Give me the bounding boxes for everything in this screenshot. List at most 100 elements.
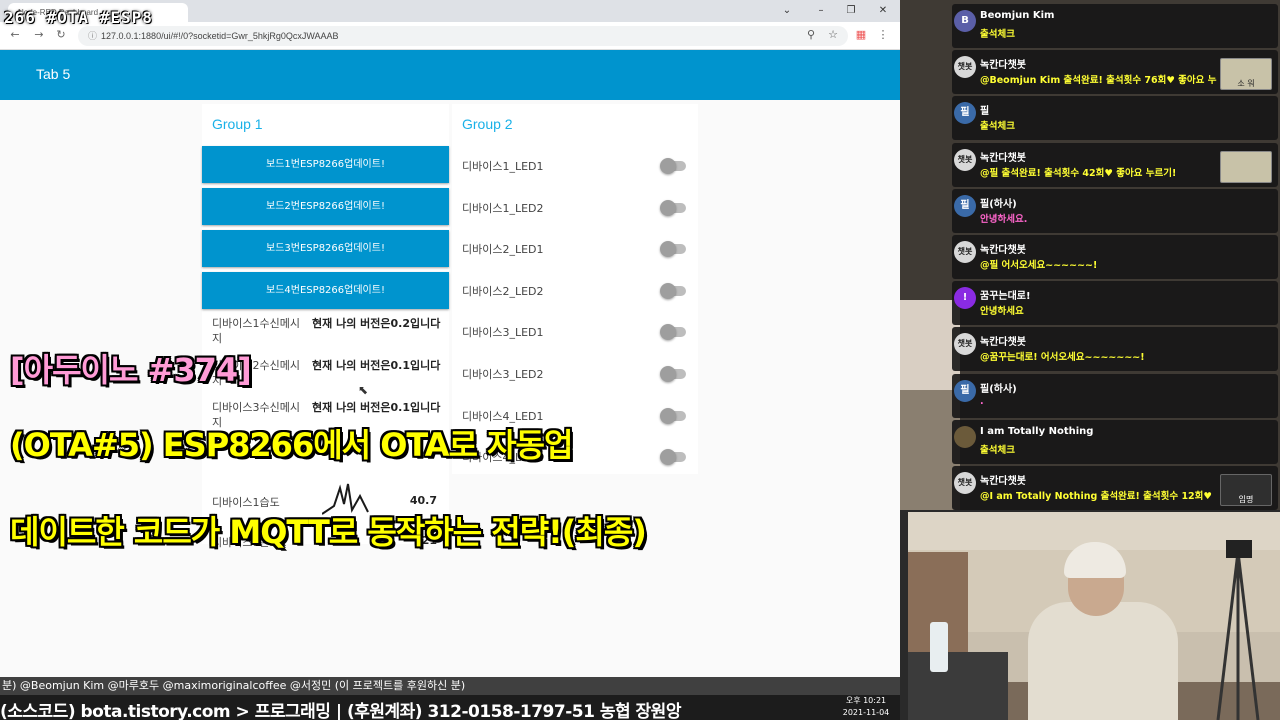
dashboard-header: Tab 5	[0, 50, 900, 100]
headline-line-1: [아두이노 #374]	[10, 351, 252, 389]
cam-streamer-body	[1028, 602, 1178, 720]
reload-icon[interactable]: ↻	[54, 28, 68, 42]
chat-author-name[interactable]: 필	[980, 102, 989, 117]
chat-avatar[interactable]: B	[954, 10, 976, 32]
chat-avatar[interactable]: 필	[954, 379, 976, 402]
chat-author-name[interactable]: Beomjun Kim	[980, 10, 1054, 21]
chat-message-text: 안녕하세요.	[980, 213, 1028, 225]
led-toggle-switch[interactable]	[660, 158, 686, 174]
dashboard-tab-title: Tab 5	[36, 66, 71, 82]
switch-label: 디바이스2_LED2	[462, 284, 544, 298]
switch-row: 디바이스1_LED2	[462, 198, 688, 218]
chat-author-name[interactable]: 필(하사)	[980, 380, 1017, 395]
chat-message: I am Totally Nothing 출석체크	[900, 419, 1280, 466]
chat-author-name[interactable]: 꿈꾸는대로!	[980, 287, 1031, 302]
chat-avatar[interactable]: 챗봇	[954, 472, 976, 494]
extension-icon[interactable]: ▦	[854, 28, 868, 42]
update-board-1-button[interactable]: 보드1번ESP8266업데이트!	[202, 146, 449, 183]
device-1-humidity-value: 40.7	[409, 494, 437, 507]
led-toggle-switch[interactable]	[660, 324, 686, 341]
chat-author-name[interactable]: I am Totally Nothing	[980, 426, 1093, 437]
led-toggle-switch[interactable]	[660, 282, 686, 299]
chat-message-text: @꿈꾸는대로! 어서오세요~~~~~~~!	[980, 352, 1145, 364]
chat-author-name[interactable]: 필(하사)	[980, 195, 1017, 210]
chat-message: 챗봇 녹칸다챗봇 @Beomjun Kim 출석완료! 출석횟수 76회♥ 좋아요 …	[900, 50, 1280, 96]
maximize-icon[interactable]: ❐	[842, 3, 860, 19]
close-icon[interactable]: ✕	[874, 3, 892, 19]
cam-water-bottle	[930, 622, 948, 672]
chat-sticker: 임명	[1220, 474, 1272, 506]
chat-avatar[interactable]	[954, 425, 976, 448]
minimize-icon[interactable]: –	[812, 3, 830, 19]
led-toggle-switch[interactable]	[660, 366, 686, 382]
taskbar-clock[interactable]: 오후 10:21 2021-11-04	[836, 695, 896, 719]
url-text: 127.0.0.1:1880/ui/#!/0?socketid=Gwr_5hkj…	[101, 31, 339, 41]
chat-message: 필 필(하사).	[900, 373, 1280, 420]
device-1-message-label: 디바이스1수신메시지	[212, 317, 300, 345]
chat-message-text: .	[980, 395, 984, 407]
chat-message-text: @필 출석완료! 출석횟수 42회♥ 좋아요 누르기!	[980, 167, 1177, 179]
toggle-knob	[660, 324, 676, 341]
bottom-info-text: (소스코드) bota.tistory.com > 프로그래밍 | (후원계좌)…	[0, 702, 681, 720]
group-1-title: Group 1	[212, 116, 263, 132]
headline-line-3: 데이트한 코드가 MQTT로 동작하는 전략!(최종)	[10, 513, 647, 551]
switch-label: 디바이스3_LED2	[462, 368, 544, 381]
chat-avatar[interactable]: 챗봇	[954, 241, 976, 263]
switch-label: 디바이스2_LED1	[462, 243, 544, 257]
forward-icon[interactable]: →	[32, 28, 46, 42]
group-2-card: Group 2 디바이스1_LED1 디바이스1_LED2 디바이스2_LED1 디바…	[452, 104, 698, 474]
bookmark-star-icon[interactable]: ☆	[826, 28, 840, 42]
chat-author-name[interactable]: 녹칸다챗봇	[980, 472, 1026, 487]
chat-message: 챗봇 녹칸다챗봇 @필 출석완료! 출석횟수 42회♥ 좋아요 누르기!	[900, 142, 1280, 189]
webcam-feed	[908, 512, 1280, 720]
update-board-4-button[interactable]: 보드4번ESP8266업데이트!	[202, 272, 449, 309]
chat-avatar[interactable]: 필	[954, 194, 976, 217]
zoom-icon[interactable]: ⚲	[804, 28, 818, 42]
chat-message-text: 안녕하세요	[980, 306, 1024, 318]
led-toggle-switch[interactable]	[660, 241, 686, 258]
group-2-title: Group 2	[462, 116, 513, 132]
chat-author-name[interactable]: 녹칸다챗봇	[980, 333, 1026, 348]
chat-message: 필 필 출석체크	[900, 96, 1280, 142]
clock-time: 오후 10:21	[845, 696, 887, 705]
toggle-knob	[660, 407, 676, 424]
led-toggle-switch[interactable]	[660, 449, 686, 466]
info-icon[interactable]: ⓘ	[88, 31, 97, 41]
chat-author-name[interactable]: 녹칸다챗봇	[980, 241, 1026, 256]
toggle-knob	[660, 199, 676, 216]
clock-date: 2021-11-04	[842, 708, 890, 717]
device-1-message-value: 현재 나의 버전은0.2입니다	[312, 317, 441, 330]
back-icon[interactable]: ←	[8, 28, 22, 42]
update-board-3-button[interactable]: 보드3번ESP8266업데이트!	[202, 230, 449, 267]
led-toggle-switch[interactable]	[660, 199, 686, 216]
chat-message: ! 꿈꾸는대로! 안녕하세요	[900, 281, 1280, 327]
chat-message-text: @Beomjun Kim 출석완료! 출석횟수 76회♥ 좋아요 누	[980, 75, 1217, 87]
chat-sticker: 소 워	[1220, 58, 1272, 91]
chat-message-text: @필 어서오세요~~~~~~!	[980, 260, 1098, 271]
switch-label: 디바이스1_LED2	[462, 201, 544, 215]
toggle-knob	[660, 449, 676, 466]
toggle-knob	[660, 241, 676, 258]
toggle-knob	[660, 282, 676, 299]
tab-list-icon[interactable]: ⌄	[778, 3, 796, 19]
switch-row: 디바이스1_LED1	[462, 156, 688, 176]
toggle-knob	[660, 158, 676, 174]
more-menu-icon[interactable]: ⋮	[876, 28, 890, 42]
chat-sticker-label: 소 워	[1237, 79, 1255, 89]
toggle-knob	[660, 366, 676, 382]
chat-author-name[interactable]: 녹칸다챗봇	[980, 56, 1026, 71]
chat-avatar[interactable]: 챗봇	[954, 148, 976, 171]
headline-line-2: (OTA#5) ESP8266에서 OTA로 자동업	[10, 426, 573, 464]
chat-message-text: 출석체크	[980, 121, 1015, 133]
bottom-info-bar: (소스코드) bota.tistory.com > 프로그래밍 | (후원계좌)…	[0, 695, 900, 720]
stream-screen: Node-RED Dashboard ⌄ – ❐ ✕ ← → ↻ ⓘ 127.0.…	[0, 0, 1280, 720]
chat-author-name[interactable]: 녹칸다챗봇	[980, 149, 1026, 164]
live-chat-panel: B Beomjun Kim 출석체크 챗봇 녹칸다챗봇 @Beomjun Kim 출석완료…	[900, 0, 1280, 510]
update-board-2-button[interactable]: 보드2번ESP8266업데이트!	[202, 188, 449, 225]
sponsor-ticker: 분) @Beomjun Kim @마루호두 @maximoriginalcoff…	[0, 677, 900, 695]
address-bar[interactable]: ⓘ 127.0.0.1:1880/ui/#!/0?socketid=Gwr_5hk…	[78, 26, 848, 46]
led-toggle-switch[interactable]	[660, 407, 686, 424]
cam-tripod	[1216, 540, 1260, 720]
stream-hashtag-tag: 266 #OTA #ESP8	[4, 8, 153, 27]
chat-message: B Beomjun Kim 출석체크	[900, 4, 1280, 50]
